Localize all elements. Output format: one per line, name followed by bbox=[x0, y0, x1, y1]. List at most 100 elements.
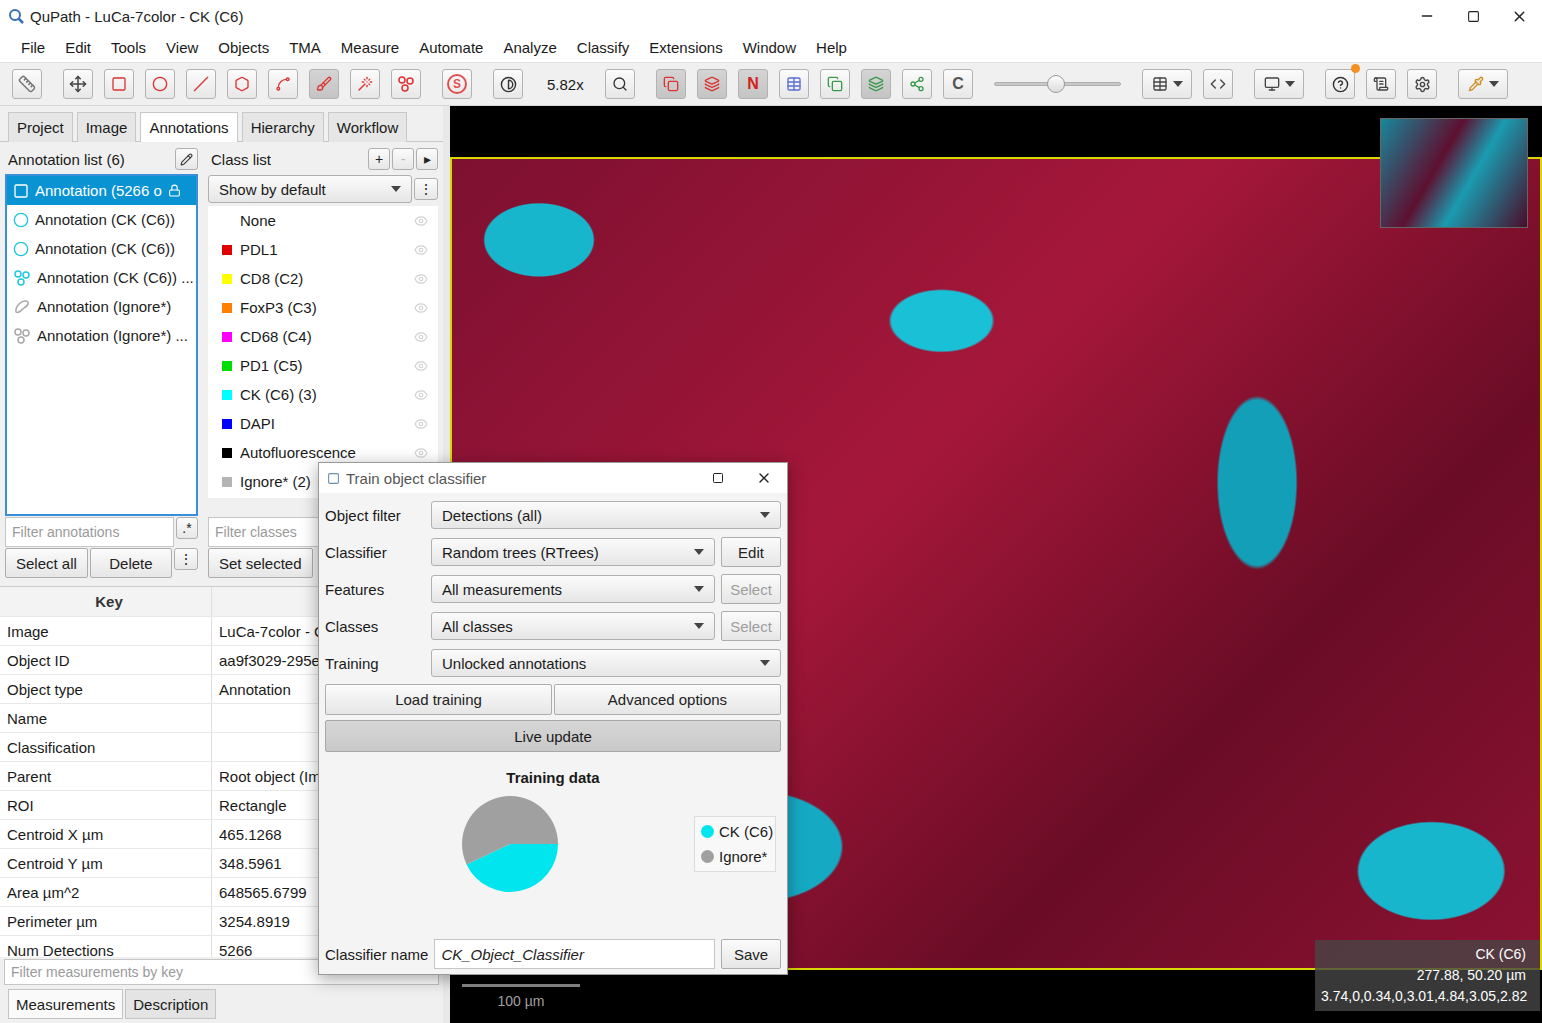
panel-tab[interactable]: Workflow bbox=[328, 112, 407, 142]
close-button[interactable] bbox=[741, 463, 787, 493]
toolbar-button[interactable] bbox=[697, 69, 727, 99]
toolbar-button[interactable] bbox=[145, 69, 175, 99]
toolbar-button[interactable] bbox=[1142, 69, 1192, 99]
annotation-item[interactable]: Annotation (Ignore*) bbox=[7, 292, 196, 321]
side-button[interactable]: Edit bbox=[721, 537, 781, 567]
maximize-button[interactable] bbox=[695, 463, 741, 493]
bottom-tab[interactable]: Description bbox=[125, 989, 216, 1019]
menu-item[interactable]: Extensions bbox=[639, 39, 732, 56]
menu-item[interactable]: File bbox=[11, 39, 55, 56]
menu-item[interactable]: Measure bbox=[331, 39, 409, 56]
toolbar-button[interactable] bbox=[186, 69, 216, 99]
class-item[interactable]: CK (C6) (3) bbox=[208, 380, 438, 409]
dropdown[interactable]: Random trees (RTrees) bbox=[431, 538, 715, 566]
toolbar-button[interactable] bbox=[12, 69, 42, 99]
action-button[interactable]: Set selected bbox=[208, 548, 313, 578]
class-item[interactable]: PD1 (C5) bbox=[208, 351, 438, 380]
class-header-button[interactable]: ▸ bbox=[416, 148, 438, 170]
toolbar-button[interactable] bbox=[656, 69, 686, 99]
toolbar-button[interactable] bbox=[820, 69, 850, 99]
toolbar-button[interactable] bbox=[391, 69, 421, 99]
dropdown[interactable]: All measurements bbox=[431, 575, 715, 603]
annotation-item[interactable]: Annotation (CK (C6)) bbox=[7, 205, 196, 234]
action-button[interactable]: Select all bbox=[5, 548, 88, 578]
class-item[interactable]: DAPI bbox=[208, 409, 438, 438]
toolbar-button[interactable] bbox=[1458, 69, 1508, 99]
menu-item[interactable]: Classify bbox=[567, 39, 640, 56]
panel-tab[interactable]: Image bbox=[77, 112, 137, 142]
toolbar-button[interactable]: C bbox=[943, 69, 973, 99]
panel-tab[interactable]: Hierarchy bbox=[242, 112, 324, 142]
maximize-button[interactable] bbox=[1450, 0, 1496, 32]
chart-legend: CK (C6)Ignore* bbox=[694, 816, 776, 872]
toolbar-button[interactable] bbox=[268, 69, 298, 99]
edit-button[interactable] bbox=[175, 148, 198, 170]
minimize-button[interactable] bbox=[1404, 0, 1450, 32]
opacity-slider[interactable] bbox=[994, 73, 1121, 95]
classifier-name-field[interactable] bbox=[434, 939, 715, 969]
toolbar-button[interactable] bbox=[104, 69, 134, 99]
toolbar-button[interactable] bbox=[493, 69, 523, 99]
menu-item[interactable]: Automate bbox=[409, 39, 493, 56]
ruler-icon bbox=[18, 75, 36, 93]
toolbar-button[interactable] bbox=[1366, 69, 1396, 99]
annotation-item[interactable]: Annotation (CK (C6)) bbox=[7, 234, 196, 263]
toolbar-button[interactable] bbox=[605, 69, 635, 99]
panel-tab[interactable]: Project bbox=[8, 112, 73, 142]
legend-dot bbox=[701, 825, 714, 838]
annotation-filter[interactable] bbox=[5, 517, 174, 547]
slider-thumb[interactable] bbox=[1047, 75, 1065, 93]
dropdown[interactable]: Unlocked annotations bbox=[431, 649, 781, 677]
panel-tab[interactable]: Annotations bbox=[140, 112, 237, 142]
class-item[interactable]: CD8 (C2) bbox=[208, 264, 438, 293]
dropdown[interactable]: Detections (all) bbox=[431, 501, 781, 529]
show-mode-select[interactable]: Show by default bbox=[208, 175, 412, 203]
live-update-toggle[interactable]: Live update bbox=[325, 720, 781, 752]
toolbar-button[interactable]: N bbox=[738, 69, 768, 99]
save-button[interactable]: Save bbox=[721, 939, 781, 969]
toolbar-button[interactable] bbox=[779, 69, 809, 99]
menu-item[interactable]: Edit bbox=[55, 39, 101, 56]
action-button[interactable]: Advanced options bbox=[554, 684, 781, 715]
ellipse-icon bbox=[152, 76, 168, 92]
more-button[interactable]: ⋮ bbox=[414, 178, 438, 200]
menu-item[interactable]: Window bbox=[733, 39, 806, 56]
overview-thumbnail[interactable] bbox=[1380, 118, 1528, 228]
legend-dot bbox=[701, 850, 714, 863]
toolbar-button[interactable] bbox=[227, 69, 257, 99]
regex-button[interactable]: .* bbox=[176, 517, 198, 539]
class-item[interactable]: FoxP3 (C3) bbox=[208, 293, 438, 322]
menu-item[interactable]: Tools bbox=[101, 39, 156, 56]
action-button[interactable]: Delete bbox=[90, 548, 172, 578]
dropdown[interactable]: All classes bbox=[431, 612, 715, 640]
toolbar-button[interactable] bbox=[902, 69, 932, 99]
menu-item[interactable]: Analyze bbox=[493, 39, 566, 56]
menu-item[interactable]: Help bbox=[806, 39, 857, 56]
toolbar-button[interactable] bbox=[309, 69, 339, 99]
annotation-item[interactable]: Annotation (CK (C6)) ... bbox=[7, 263, 196, 292]
annotation-column: Annotation list (6)Annotation (5266 oAnn… bbox=[5, 144, 198, 578]
selection-mode-button[interactable]: S bbox=[442, 69, 472, 99]
bottom-tab[interactable]: Measurements bbox=[8, 989, 123, 1019]
class-header-button[interactable]: + bbox=[368, 148, 390, 170]
menu-item[interactable]: TMA bbox=[279, 39, 331, 56]
action-button[interactable]: Load training bbox=[325, 684, 552, 715]
toolbar-button[interactable] bbox=[63, 69, 93, 99]
toolbar-button[interactable] bbox=[350, 69, 380, 99]
table-icon bbox=[1152, 76, 1168, 92]
menu-item[interactable]: Objects bbox=[208, 39, 279, 56]
close-button[interactable] bbox=[1496, 0, 1542, 32]
class-item[interactable]: PDL1 bbox=[208, 235, 438, 264]
class-header-button[interactable]: - bbox=[392, 148, 414, 170]
toolbar-button[interactable] bbox=[1325, 69, 1355, 99]
toolbar-button[interactable] bbox=[1254, 69, 1304, 99]
class-item[interactable]: CD68 (C4) bbox=[208, 322, 438, 351]
annotation-item[interactable]: Annotation (5266 o bbox=[7, 176, 196, 205]
menu-item[interactable]: View bbox=[156, 39, 208, 56]
more-button[interactable]: ⋮ bbox=[174, 548, 198, 570]
toolbar-button[interactable] bbox=[1407, 69, 1437, 99]
class-item[interactable]: None bbox=[208, 206, 438, 235]
annotation-item[interactable]: Annotation (Ignore*) ... bbox=[7, 321, 196, 350]
toolbar-button[interactable] bbox=[1203, 69, 1233, 99]
toolbar-button[interactable] bbox=[861, 69, 891, 99]
